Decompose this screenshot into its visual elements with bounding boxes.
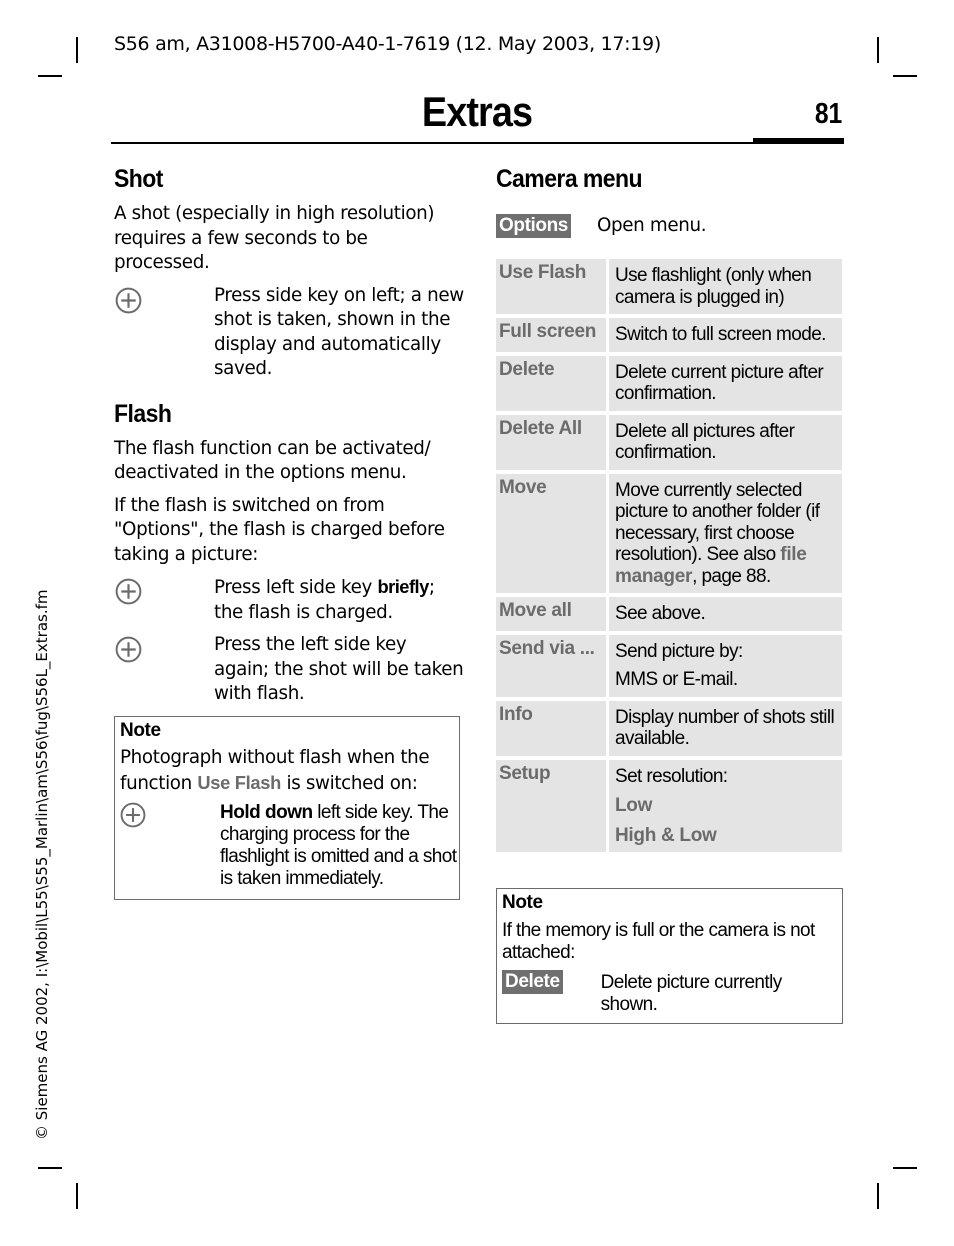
flash-para-1: The flash function can be activated/ dea… [114, 437, 431, 484]
menu-item-desc: Switch to full screen mode. [609, 318, 842, 356]
menu-item-name[interactable]: Move [496, 473, 609, 597]
note-box-flash: Note Photograph without flash when the f… [114, 716, 460, 900]
delete-softkey[interactable]: Delete [502, 970, 563, 994]
side-key-plus-icon [115, 578, 142, 605]
hold-down-emphasis: Hold down [220, 802, 313, 823]
options-softkey[interactable]: Options [496, 214, 571, 239]
flash-step-2: Press the left side key again; the shot … [114, 633, 464, 707]
crop-mark [877, 1183, 879, 1209]
crop-mark [38, 75, 62, 77]
shot-step-text: Press side key on left; a new shot is ta… [214, 284, 464, 380]
note-title: Note [502, 892, 543, 913]
right-column: Camera menu Options Open menu. [496, 165, 846, 239]
menu-item-name[interactable]: Full screen [496, 318, 609, 356]
menu-item-name[interactable]: Setup [496, 759, 609, 856]
note-step: Hold down left side key. The charging pr… [120, 802, 459, 890]
menu-item-name[interactable]: Send via ... [496, 634, 609, 701]
menu-item-desc: Use flashlight (only when camera is plug… [609, 259, 842, 318]
menu-row-move: Move Move currently selected picture to … [496, 473, 842, 597]
camera-menu-table: Use Flash Use flashlight (only when came… [496, 259, 842, 856]
menu-item-name[interactable]: Move all [496, 597, 609, 635]
menu-row-send-via: Send via ... Send picture by: MMS or E-ma… [496, 634, 842, 701]
side-key-plus-icon [120, 802, 146, 828]
shot-step: Press side key on left; a new shot is ta… [114, 284, 464, 382]
crop-mark [76, 1183, 78, 1209]
menu-row-full-screen: Full screen Switch to full screen mode. [496, 318, 842, 356]
page-number: 81 [814, 98, 842, 130]
flash-section: Flash The flash function can be activate… [114, 400, 464, 707]
menu-item-name[interactable]: Use Flash [496, 259, 609, 318]
flash-step-1: Press left side key briefly; the flash i… [114, 575, 464, 625]
page-number-bar [753, 138, 844, 144]
flash-step-1-emphasis: briefly [377, 576, 429, 597]
options-description: Open menu. [596, 215, 707, 236]
use-flash-reference: Use Flash [197, 771, 282, 793]
menu-item-desc: Move currently selected picture to anoth… [609, 473, 842, 597]
menu-item-desc: See above. [609, 597, 842, 635]
side-key-plus-icon [115, 636, 142, 663]
flash-step-1-text: Press left side key [214, 577, 378, 598]
delete-softkey-desc: Delete picture currently shown. [600, 972, 783, 1015]
setup-option-high-low[interactable]: High & Low [615, 825, 838, 847]
file-path-footer: © Siemens AG 2002, I:\Mobil\L55\S55_Marl… [33, 589, 51, 1141]
send-desc-line-1: Send picture by: [615, 640, 743, 662]
chapter-title: Extras [421, 88, 533, 135]
flash-step-2-text: Press the left side key again; the shot … [214, 634, 464, 704]
shot-intro: A shot (especially in high resolution) r… [114, 203, 435, 273]
crop-mark [893, 1167, 917, 1169]
note-title: Note [120, 720, 161, 741]
menu-item-name[interactable]: Info [496, 700, 609, 760]
shot-heading: Shot [114, 165, 163, 193]
menu-item-desc: Send picture by: MMS or E-mail. [609, 634, 842, 701]
menu-row-setup: Setup Set resolution: Low High & Low [496, 759, 842, 856]
crop-mark [877, 37, 879, 63]
note-key-row: Delete Delete picture currently shown. [502, 970, 842, 1016]
shot-section: Shot A shot (especially in high resoluti… [114, 165, 464, 382]
crop-mark [76, 37, 78, 63]
menu-item-desc: Set resolution: Low High & Low [609, 759, 842, 856]
header-rule [111, 142, 753, 144]
menu-row-move-all: Move all See above. [496, 597, 842, 635]
document-id-line: S56 am, A31008-H5700-A40-1-7619 (12. May… [114, 33, 661, 55]
camera-menu-heading: Camera menu [496, 165, 643, 193]
crop-mark [38, 1167, 62, 1169]
send-desc-line-2: MMS or E-mail. [615, 669, 738, 690]
note-text-end: is switched on: [281, 772, 418, 794]
menu-item-name[interactable]: Delete All [496, 414, 609, 474]
menu-row-use-flash: Use Flash Use flashlight (only when came… [496, 259, 842, 318]
crop-mark [893, 75, 917, 77]
flash-para-2: If the flash is switched on from "Option… [114, 494, 445, 565]
side-key-plus-icon [115, 287, 142, 313]
setup-option-low[interactable]: Low [615, 795, 838, 817]
move-desc-page: , page 88. [692, 565, 771, 587]
menu-item-name[interactable]: Delete [496, 355, 609, 415]
note-text: Photograph without flash when the functi… [120, 746, 459, 796]
note-text: If the memory is full or the camera is n… [502, 920, 815, 963]
left-column: Shot A shot (especially in high resoluti… [114, 165, 464, 707]
menu-row-delete: Delete Delete current picture after conf… [496, 355, 842, 415]
menu-item-desc: Delete current picture after confirmatio… [609, 355, 842, 415]
options-row: Options Open menu. [496, 214, 846, 239]
setup-desc: Set resolution: [615, 765, 728, 787]
note-step-text: Hold down left side key. The charging pr… [220, 802, 459, 890]
menu-row-delete-all: Delete All Delete all pictures after con… [496, 414, 842, 474]
note-box-memory: Note If the memory is full or the camera… [496, 888, 843, 1024]
menu-item-desc: Display number of shots still available. [609, 700, 842, 760]
menu-item-desc: Delete all pictures after confirmation. [609, 414, 842, 474]
flash-heading: Flash [114, 399, 172, 428]
menu-row-info: Info Display number of shots still avail… [496, 700, 842, 760]
